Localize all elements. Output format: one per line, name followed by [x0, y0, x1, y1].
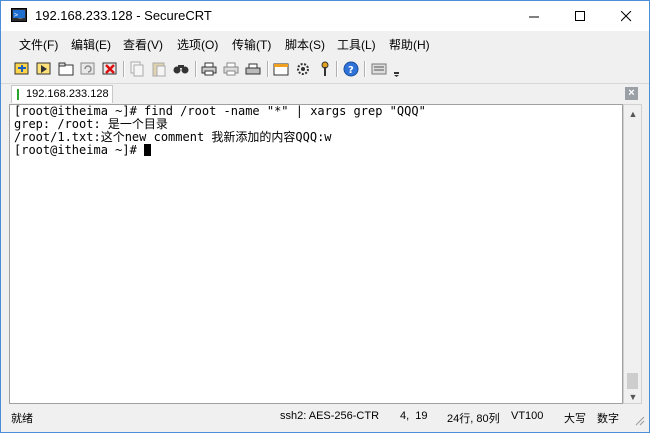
resize-grip-icon[interactable] [635, 416, 645, 426]
scroll-down-icon[interactable]: ▼ [627, 392, 639, 402]
status-bar: 就绪 ssh2: AES-256-CTR 4, 19 24行, 80列 VT10… [1, 406, 649, 428]
status-terminal-type: VT100 [511, 410, 544, 422]
securecrt-app-icon: >_ [11, 8, 27, 22]
close-icon [620, 10, 631, 21]
toolbar-separator [336, 61, 338, 77]
key-map-icon[interactable] [316, 60, 334, 78]
minimize-icon [528, 16, 539, 17]
connect-in-tab-icon[interactable] [57, 60, 75, 78]
toolbar: ? [1, 56, 649, 82]
menu-help[interactable]: 帮助(H) [389, 36, 430, 53]
menu-bar: 文件(F) 编辑(E) 查看(V) 选项(O) 传输(T) 脚本(S) 工具(L… [1, 31, 649, 55]
paste-icon[interactable] [150, 60, 168, 78]
maximize-button[interactable] [557, 1, 603, 31]
copy-icon[interactable] [128, 60, 146, 78]
scroll-thumb[interactable] [627, 373, 638, 389]
svg-text:?: ? [348, 65, 354, 76]
print-selection-icon[interactable] [222, 60, 240, 78]
print-setup-icon[interactable] [244, 60, 262, 78]
menu-view[interactable]: 查看(V) [123, 36, 163, 53]
find-icon[interactable] [172, 60, 190, 78]
help-icon[interactable]: ? [342, 60, 360, 78]
securecrt-window: >_ 192.168.233.128 - SecureCRT 文件(F) 编辑(… [0, 0, 650, 433]
svg-text:>_: >_ [14, 11, 23, 19]
status-caps-lock: 大写 [564, 413, 586, 425]
session-tab-strip: 192.168.233.128 × [1, 83, 649, 104]
terminal-cursor [144, 144, 152, 156]
menu-file[interactable]: 文件(F) [19, 36, 58, 53]
terminal-view[interactable]: [root@itheima ~]# find /root -name "*" |… [9, 104, 623, 404]
tab-session[interactable]: 192.168.233.128 [11, 85, 113, 103]
keyboard-icon[interactable] [370, 60, 388, 78]
menu-options[interactable]: 选项(O) [177, 36, 218, 53]
close-button[interactable] [603, 1, 649, 31]
global-options-icon[interactable] [294, 60, 312, 78]
vertical-scrollbar[interactable]: ▲ ▼ [623, 104, 642, 404]
reconnect-icon[interactable] [79, 60, 97, 78]
scroll-up-icon[interactable]: ▲ [627, 109, 639, 119]
window-title: 192.168.233.128 - SecureCRT [35, 8, 212, 23]
print-icon[interactable] [200, 60, 218, 78]
terminal-output: [root@itheima ~]# find /root -name "*" |… [14, 105, 426, 157]
tab-label: 192.168.233.128 [26, 88, 109, 100]
disconnect-icon[interactable] [101, 60, 119, 78]
terminal-prompt: [root@itheima ~]# [14, 143, 145, 157]
menu-tools[interactable]: 工具(L) [337, 36, 376, 53]
terminal-prompt-line: [root@itheima ~]# [14, 144, 426, 157]
status-cipher: ssh2: AES-256-CTR [280, 410, 380, 422]
status-terminal-size: 24行, 80列 [447, 413, 500, 425]
toolbar-separator [267, 61, 269, 77]
quick-connect-icon[interactable] [35, 60, 53, 78]
title-bar[interactable]: >_ 192.168.233.128 - SecureCRT [1, 1, 649, 31]
status-cursor-position: 4, 19 [400, 410, 428, 422]
close-tab-button[interactable]: × [625, 87, 638, 100]
toolbar-separator [195, 61, 197, 77]
minimize-button[interactable] [511, 1, 557, 31]
maximize-icon [574, 10, 585, 21]
menu-script[interactable]: 脚本(S) [285, 36, 325, 53]
menu-transfer[interactable]: 传输(T) [232, 36, 271, 53]
toolbar-separator [123, 61, 125, 77]
connect-icon[interactable] [13, 60, 31, 78]
menu-edit[interactable]: 编辑(E) [71, 36, 111, 53]
status-num-lock: 数字 [597, 413, 619, 425]
session-options-icon[interactable] [272, 60, 290, 78]
active-tab-marker [17, 89, 19, 100]
status-ready: 就绪 [11, 413, 33, 425]
toolbar-separator [364, 61, 366, 77]
more-icon[interactable] [392, 60, 401, 78]
